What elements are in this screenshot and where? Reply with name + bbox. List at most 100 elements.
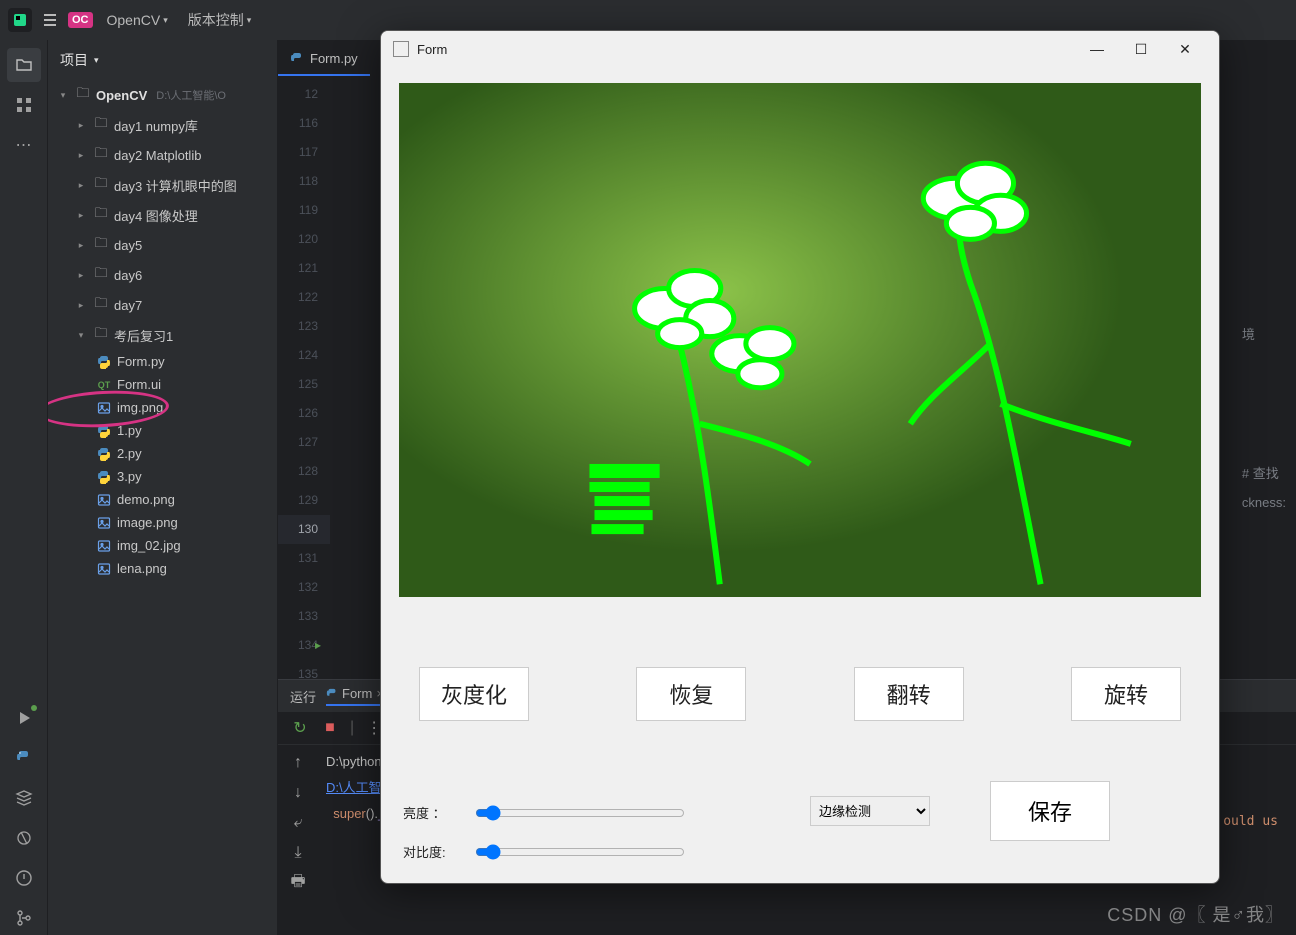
run-title: 运行 — [290, 687, 316, 706]
contrast-slider[interactable] — [475, 844, 685, 860]
folder-label: day4 图像处理 — [114, 206, 198, 225]
tree-file[interactable]: QTForm.ui — [48, 373, 277, 396]
project-tree: ▾ 🗀 OpenCV D:\人工智能\O ▸🗀day1 numpy库▸🗀day2… — [48, 80, 277, 935]
up-icon[interactable]: ↑ — [288, 753, 308, 773]
folder-label: day5 — [114, 238, 142, 253]
tree-file[interactable]: 1.py — [48, 419, 277, 442]
tree-file[interactable]: image.png — [48, 511, 277, 534]
scroll-icon[interactable]: ⤓ — [288, 843, 308, 863]
file-icon — [96, 401, 112, 415]
folder-icon: 🗀 — [93, 144, 109, 166]
file-label: lena.png — [117, 561, 167, 576]
more-tool-icon[interactable]: ⋯ — [7, 128, 41, 162]
expand-icon[interactable]: ▸ — [74, 180, 88, 191]
services-icon[interactable] — [7, 781, 41, 815]
expand-icon[interactable]: ▾ — [56, 90, 70, 101]
run-tool-icon[interactable] — [7, 701, 41, 735]
folder-icon: 🗀 — [93, 294, 109, 316]
rotate-button[interactable]: 旋转 — [1071, 667, 1181, 721]
file-label: image.png — [117, 515, 178, 530]
folder-icon: 🗀 — [93, 204, 109, 226]
expand-icon[interactable]: ▸ — [74, 120, 88, 131]
folder-icon: 🗀 — [93, 324, 109, 346]
vcs-dropdown[interactable]: 版本控制 ▾ — [182, 6, 258, 34]
tree-file[interactable]: Form.py — [48, 350, 277, 373]
tree-file[interactable]: lena.png — [48, 557, 277, 580]
grayscale-button[interactable]: 灰度化 — [419, 667, 529, 721]
tree-folder[interactable]: ▸🗀day6 — [48, 260, 277, 290]
form-window: Form — ☐ ✕ — [380, 30, 1220, 884]
down-icon[interactable]: ↓ — [288, 783, 308, 803]
folder-label: 考后复习1 — [114, 326, 173, 345]
folder-label: day3 计算机眼中的图 — [114, 176, 237, 195]
folder-icon: 🗀 — [93, 264, 109, 286]
problems-icon[interactable] — [7, 861, 41, 895]
python-console-icon[interactable] — [7, 741, 41, 775]
tree-folder-open[interactable]: ▾ 🗀 考后复习1 — [48, 320, 277, 350]
expand-icon[interactable]: ▸ — [74, 270, 88, 281]
tree-folder[interactable]: ▸ 🗀 day4 图像处理 — [48, 200, 277, 230]
tree-file[interactable]: 3.py — [48, 465, 277, 488]
tree-folder[interactable]: ▸🗀day1 numpy库 — [48, 110, 277, 140]
stop-icon[interactable]: ■ — [320, 718, 340, 738]
root-path: D:\人工智能\O — [156, 87, 226, 103]
project-panel-header[interactable]: 项目 ▾ — [48, 40, 277, 80]
structure-tool-icon[interactable] — [7, 88, 41, 122]
editor-tab[interactable]: Form.py — [278, 43, 370, 76]
tree-file[interactable]: 2.py — [48, 442, 277, 465]
print-icon[interactable]: 🖶 — [288, 873, 308, 893]
image-display — [399, 83, 1201, 597]
project-tool-icon[interactable] — [7, 48, 41, 82]
tree-folder[interactable]: ▸🗀day7 — [48, 290, 277, 320]
expand-icon[interactable]: ▾ — [74, 330, 88, 341]
run-tab-label: Form — [342, 686, 372, 701]
brightness-slider[interactable] — [475, 805, 685, 821]
app-icon — [8, 8, 32, 32]
file-icon — [96, 516, 112, 530]
file-label: Form.py — [117, 354, 165, 369]
tree-folder[interactable]: ▸ 🗀 day3 计算机眼中的图 — [48, 170, 277, 200]
contrast-label: 对比度: — [403, 842, 463, 861]
tree-file[interactable]: demo.png — [48, 488, 277, 511]
effect-select[interactable]: 边缘检测 — [810, 796, 930, 826]
left-toolstrip: ⋯ — [0, 40, 48, 935]
restore-button[interactable]: 恢复 — [636, 667, 746, 721]
tree-file[interactable]: img_02.jpg — [48, 534, 277, 557]
file-label: 2.py — [117, 446, 142, 461]
folder-icon: 🗀 — [93, 174, 109, 196]
file-icon — [96, 539, 112, 553]
rerun-icon[interactable]: ↻ — [290, 718, 310, 738]
expand-icon[interactable]: ▸ — [74, 240, 88, 251]
folder-label: day1 numpy库 — [114, 116, 198, 135]
run-gutter: ↑ ↓ ⤶ ⤓ 🖶 — [278, 745, 318, 935]
file-icon — [96, 355, 112, 369]
tree-folder[interactable]: ▸🗀day2 Matplotlib — [48, 140, 277, 170]
titlebar[interactable]: Form — ☐ ✕ — [381, 31, 1219, 67]
output-warn: ould us — [1223, 814, 1278, 829]
tree-folder[interactable]: ▸ 🗀 day5 — [48, 230, 277, 260]
maximize-button[interactable]: ☐ — [1119, 34, 1163, 64]
chevron-down-icon: ▾ — [163, 15, 168, 26]
file-icon — [96, 447, 112, 461]
main-menu-icon[interactable] — [40, 10, 60, 30]
project-name: OpenCV — [107, 12, 161, 28]
flip-button[interactable]: 翻转 — [854, 667, 964, 721]
panel-title: 项目 — [60, 50, 88, 70]
tree-root[interactable]: ▾ 🗀 OpenCV D:\人工智能\O — [48, 80, 277, 110]
folder-icon: 🗀 — [93, 234, 109, 256]
editor-right-hints: 境 # 查找 ckness: — [1242, 320, 1286, 517]
button-row: 灰度化 恢复 翻转 旋转 — [399, 667, 1201, 721]
expand-icon[interactable]: ▸ — [74, 210, 88, 221]
debug-icon[interactable] — [7, 821, 41, 855]
vcs-label: 版本控制 — [188, 10, 244, 30]
git-icon[interactable] — [7, 901, 41, 935]
save-button[interactable]: 保存 — [990, 781, 1110, 841]
soft-wrap-icon[interactable]: ⤶ — [288, 813, 308, 833]
expand-icon[interactable]: ▸ — [74, 150, 88, 161]
file-label: 1.py — [117, 423, 142, 438]
project-dropdown[interactable]: OpenCV ▾ — [101, 8, 174, 32]
tree-file[interactable]: img.png — [48, 396, 277, 419]
expand-icon[interactable]: ▸ — [74, 300, 88, 311]
minimize-button[interactable]: — — [1075, 34, 1119, 64]
close-button[interactable]: ✕ — [1163, 34, 1207, 64]
